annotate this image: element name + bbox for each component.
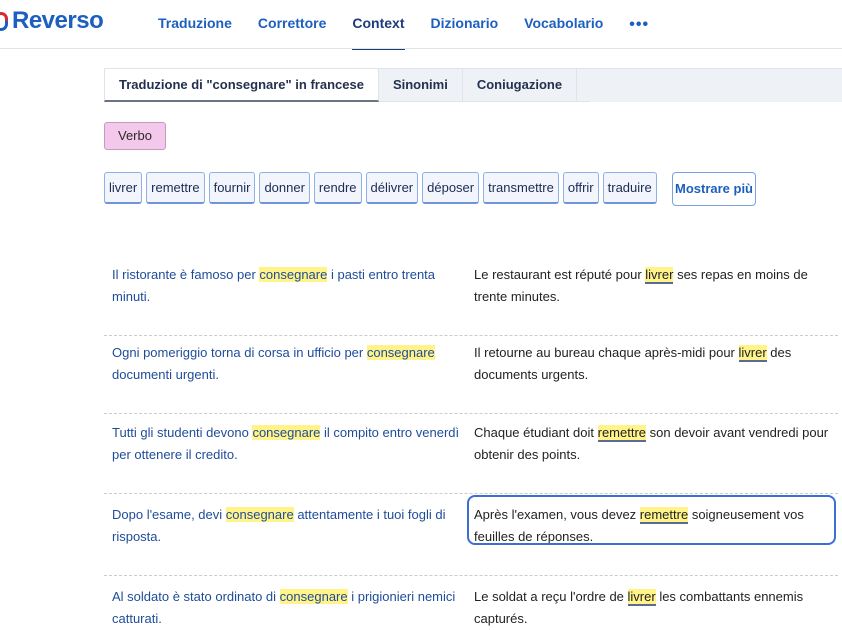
target-highlight[interactable]: livrer bbox=[738, 345, 767, 362]
tab-conjugation[interactable]: Coniugazione bbox=[462, 68, 578, 102]
example-target: Le restaurant est réputé pour livrer ses… bbox=[474, 267, 808, 304]
translation-chip[interactable]: traduire bbox=[602, 172, 657, 204]
sub-tabs: Traduzione di "consegnare" in francese S… bbox=[104, 68, 616, 102]
nav-menu: Traduzione Correttore Context Dizionario… bbox=[158, 0, 649, 50]
translation-chip[interactable]: fournir bbox=[208, 172, 256, 204]
show-more-button[interactable]: Mostrare più bbox=[672, 172, 756, 206]
nav-item-traduzione[interactable]: Traduzione bbox=[158, 0, 232, 50]
tab-translation[interactable]: Traduzione di "consegnare" in francese bbox=[104, 68, 379, 102]
nav-divider bbox=[0, 48, 842, 49]
source-highlight: consegnare bbox=[366, 345, 435, 360]
top-navigation: Reverso Traduzione Correttore Context Di… bbox=[0, 0, 842, 50]
brand-name: Reverso bbox=[12, 7, 104, 34]
translation-chip[interactable]: transmettre bbox=[483, 172, 559, 204]
target-highlight[interactable]: remettre bbox=[597, 425, 647, 442]
selected-example-outline bbox=[467, 495, 836, 545]
example-row: Al soldato è stato ordinato di consegnar… bbox=[104, 574, 838, 628]
example-source: Il ristorante è famoso per consegnare i … bbox=[112, 267, 436, 304]
source-highlight: consegnare bbox=[225, 507, 294, 522]
example-target: Il retourne au bureau chaque après-midi … bbox=[474, 345, 792, 382]
example-target: Chaque étudiant doit remettre son devoir… bbox=[474, 425, 829, 462]
reverso-logo-icon bbox=[0, 10, 10, 32]
source-highlight: consegnare bbox=[259, 267, 328, 282]
example-row: Tutti gli studenti devono consegnare il … bbox=[104, 410, 838, 494]
example-row: Il ristorante è famoso per consegnare i … bbox=[104, 252, 838, 336]
reverso-logo[interactable]: Reverso bbox=[0, 6, 104, 36]
source-highlight: consegnare bbox=[252, 425, 321, 440]
source-highlight: consegnare bbox=[279, 589, 348, 604]
example-source: Ogni pomeriggio torna di corsa in uffici… bbox=[112, 345, 435, 382]
translation-chip[interactable]: déposer bbox=[422, 172, 480, 204]
nav-item-dizionario[interactable]: Dizionario bbox=[431, 0, 499, 50]
nav-item-context[interactable]: Context bbox=[352, 0, 405, 50]
example-source: Dopo l'esame, devi consegnare attentamen… bbox=[112, 507, 446, 544]
part-of-speech-badge: Verbo bbox=[104, 122, 166, 150]
translation-chip[interactable]: donner bbox=[259, 172, 310, 204]
sub-tabs-filler bbox=[590, 68, 842, 102]
translation-chip[interactable]: rendre bbox=[313, 172, 362, 204]
example-target: Le soldat a reçu l'ordre de livrer les c… bbox=[474, 589, 804, 626]
translation-chips: livrer remettre fournir donner rendre dé… bbox=[104, 172, 661, 204]
translation-chip[interactable]: livrer bbox=[104, 172, 143, 204]
tab-synonyms[interactable]: Sinonimi bbox=[378, 68, 463, 102]
example-source: Tutti gli studenti devono consegnare il … bbox=[112, 425, 460, 462]
example-row: Ogni pomeriggio torna di corsa in uffici… bbox=[104, 330, 838, 414]
nav-more-button[interactable]: ••• bbox=[629, 16, 649, 34]
translation-chip[interactable]: offrir bbox=[562, 172, 599, 204]
translation-chip[interactable]: délivrer bbox=[365, 172, 419, 204]
nav-item-vocabolario[interactable]: Vocabolario bbox=[524, 0, 603, 50]
translation-chip[interactable]: remettre bbox=[146, 172, 205, 204]
nav-item-correttore[interactable]: Correttore bbox=[258, 0, 326, 50]
target-highlight[interactable]: livrer bbox=[645, 267, 674, 284]
target-highlight[interactable]: livrer bbox=[627, 589, 656, 606]
example-source: Al soldato è stato ordinato di consegnar… bbox=[112, 589, 456, 626]
